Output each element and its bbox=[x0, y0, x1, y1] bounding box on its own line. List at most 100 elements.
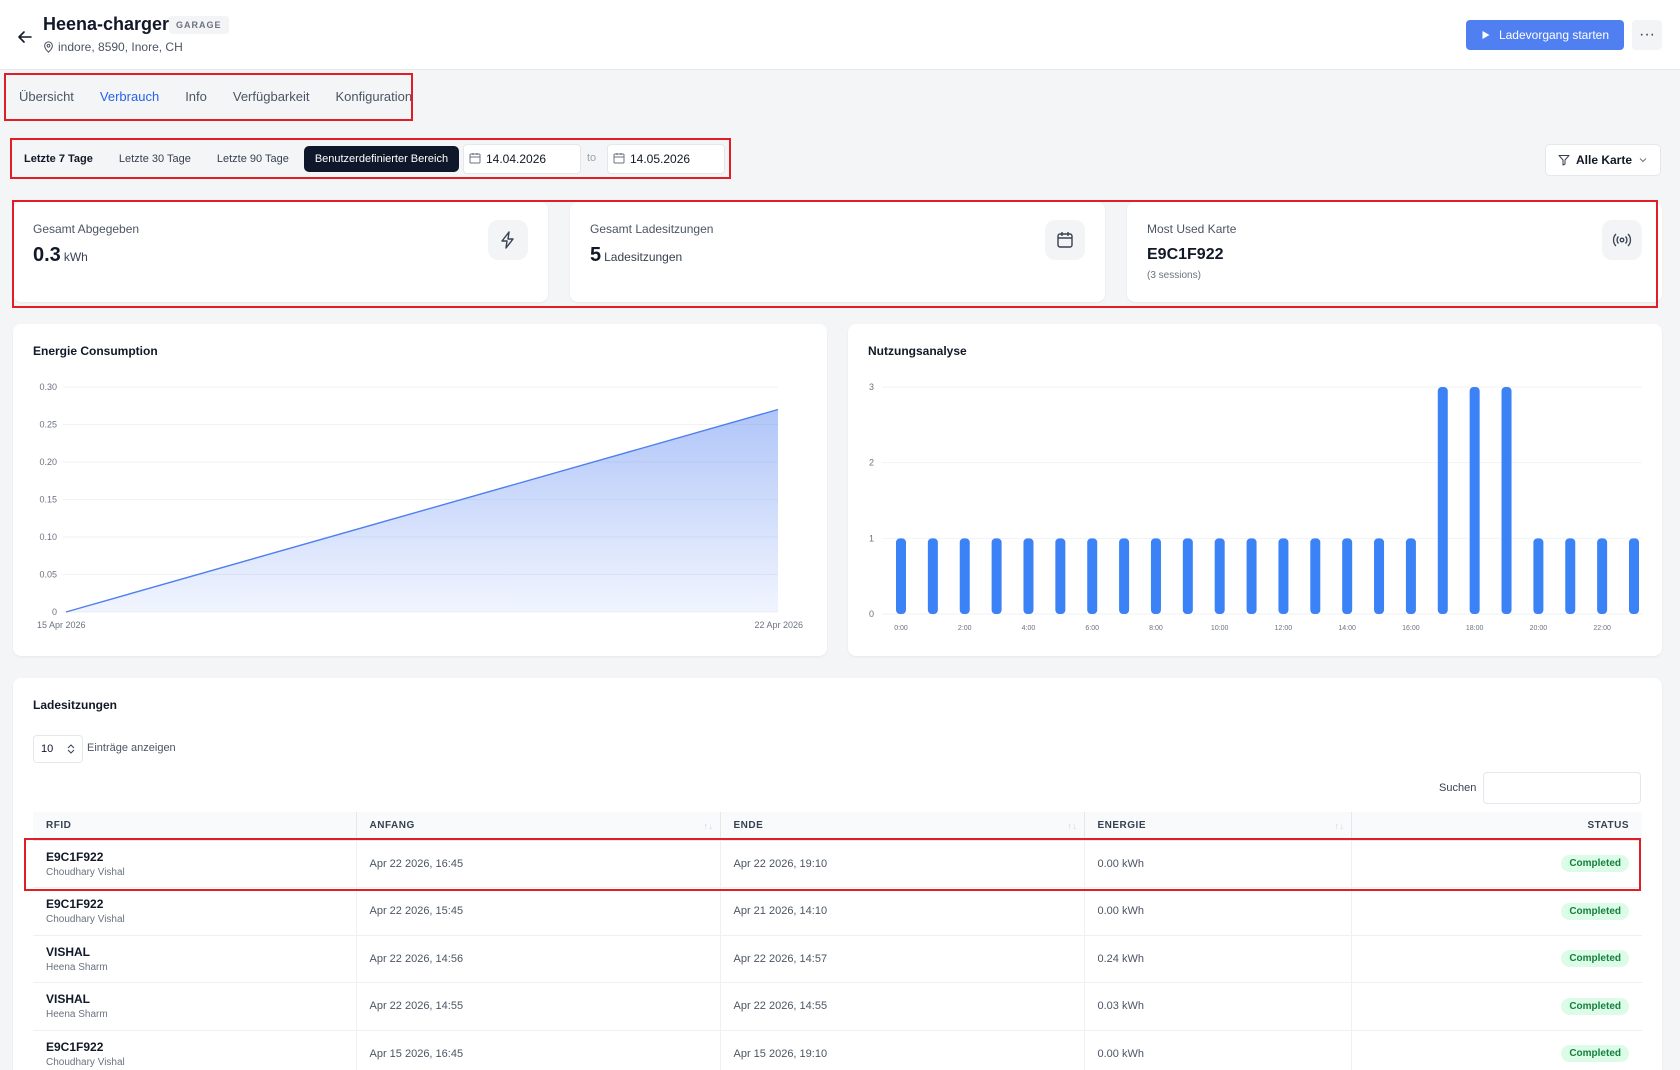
col-end[interactable]: ENDE ↑↓ bbox=[720, 812, 1085, 841]
y-tick-label: 0 bbox=[52, 607, 57, 617]
start-cell: Apr 15 2026, 16:45 bbox=[356, 1030, 721, 1070]
usage-bar bbox=[1310, 538, 1321, 614]
usage-bar bbox=[1087, 538, 1098, 614]
y-tick-label: 1 bbox=[869, 533, 874, 543]
x-tick-label: 15 Apr 2026 bbox=[37, 620, 86, 630]
most-used-card-value: E9C1F922 bbox=[1147, 246, 1224, 263]
calendar-icon bbox=[469, 153, 481, 164]
rfid-value: VISHAL bbox=[46, 944, 91, 959]
y-tick-label: 0.15 bbox=[39, 495, 57, 505]
usage-bar bbox=[1342, 538, 1353, 614]
delivered-unit: kWh bbox=[63, 250, 88, 264]
table-row[interactable]: VISHAL Heena Sharm Apr 22 2026, 14:56 Apr 2… bbox=[33, 935, 1642, 983]
rfid-cell: VISHAL Heena Sharm bbox=[33, 935, 357, 983]
delivered-value: 0.3 bbox=[33, 244, 61, 266]
y-tick-label: 0 bbox=[869, 609, 874, 619]
tab-configuration[interactable]: Konfiguration bbox=[322, 89, 425, 104]
updown-icon bbox=[67, 744, 75, 754]
col-status[interactable]: STATUS bbox=[1351, 812, 1642, 841]
x-tick-label: 8:00 bbox=[1149, 625, 1163, 632]
x-tick-label: 16:00 bbox=[1402, 625, 1420, 632]
rfid-user: Choudhary Vishal bbox=[46, 866, 125, 878]
tab-consumption[interactable]: Verbrauch bbox=[87, 89, 172, 104]
sessions-table: RFID ANFANG ↑↓ ENDE ↑↓ ENERGIE ↑↓ STATUS E9… bbox=[33, 812, 1642, 1070]
rfid-value: E9C1F922 bbox=[46, 897, 104, 912]
energy-chart-card: Energie Consumption 0 0.05 0.10 0.15 0.20 0.2… bbox=[13, 324, 827, 656]
most-used-card-sub: (3 sessions) bbox=[1147, 270, 1201, 281]
sessions-unit: Ladesitzungen bbox=[604, 250, 683, 264]
x-tick-label: 14:00 bbox=[1338, 625, 1356, 632]
usage-bar bbox=[1055, 538, 1066, 614]
rfid-user: Heena Sharm bbox=[46, 1009, 108, 1021]
usage-bar bbox=[1565, 538, 1576, 614]
status-badge: Completed bbox=[1561, 855, 1629, 873]
more-options-button[interactable]: ··· bbox=[1632, 20, 1662, 50]
energy-cell: 0.24 kWh bbox=[1084, 935, 1352, 983]
y-tick-label: 0.10 bbox=[39, 532, 57, 542]
tab-availability[interactable]: Verfügbarkeit bbox=[220, 89, 323, 104]
status-badge: Completed bbox=[1561, 902, 1629, 920]
back-arrow-icon[interactable] bbox=[14, 26, 36, 48]
card-filter-dropdown[interactable]: Alle Karte bbox=[1545, 144, 1661, 176]
date-from-wrap bbox=[463, 144, 581, 174]
col-energy[interactable]: ENERGIE ↑↓ bbox=[1084, 812, 1352, 841]
status-cell: Completed bbox=[1351, 840, 1642, 888]
status-cell: Completed bbox=[1351, 1030, 1642, 1070]
y-tick-label: 0.25 bbox=[39, 420, 57, 430]
tab-overview[interactable]: Übersicht bbox=[6, 89, 87, 104]
table-row[interactable]: VISHAL Heena Sharm Apr 22 2026, 14:55 Apr 2… bbox=[33, 982, 1642, 1031]
usage-bar bbox=[1629, 538, 1639, 614]
search-input[interactable] bbox=[1483, 772, 1641, 804]
table-row[interactable]: E9C1F922 Choudhary Vishal Apr 22 2026, 15:… bbox=[33, 887, 1642, 936]
sort-icon: ↑↓ bbox=[1334, 821, 1345, 831]
calendar-icon bbox=[613, 153, 625, 164]
rfid-value: VISHAL bbox=[46, 992, 91, 1007]
sort-icon: ↑↓ bbox=[703, 821, 714, 831]
status-badge: Completed bbox=[1561, 950, 1629, 968]
status-cell: Completed bbox=[1351, 935, 1642, 983]
y-tick-label: 0.05 bbox=[39, 570, 57, 580]
tab-info[interactable]: Info bbox=[172, 89, 220, 104]
y-tick-label: 2 bbox=[869, 458, 874, 468]
end-cell: Apr 22 2026, 14:55 bbox=[720, 982, 1085, 1031]
col-start[interactable]: ANFANG ↑↓ bbox=[356, 812, 721, 841]
x-tick-label: 18:00 bbox=[1466, 625, 1484, 632]
rfid-cell: E9C1F922 Choudhary Vishal bbox=[33, 840, 357, 888]
energy-chart: 0 0.05 0.10 0.15 0.20 0.25 0.30 15 Apr 2026 22 A… bbox=[37, 382, 803, 630]
status-cell: Completed bbox=[1351, 982, 1642, 1031]
col-rfid[interactable]: RFID bbox=[33, 812, 357, 841]
start-charging-button[interactable]: Ladevorgang starten bbox=[1466, 20, 1624, 50]
usage-bar bbox=[1405, 538, 1416, 614]
sessions-value: 5 bbox=[590, 244, 602, 266]
rfid-user: Heena Sharm bbox=[46, 961, 108, 973]
table-row[interactable]: E9C1F922 Choudhary Vishal Apr 15 2026, 16:… bbox=[33, 1030, 1642, 1070]
chevron-down-icon bbox=[1639, 158, 1647, 163]
rfid-user: Choudhary Vishal bbox=[46, 1056, 125, 1068]
usage-bar bbox=[1278, 538, 1289, 614]
range-7-days[interactable]: Letzte 7 Tage bbox=[13, 146, 104, 172]
x-tick-label: 4:00 bbox=[1022, 625, 1036, 632]
play-icon bbox=[1482, 31, 1490, 39]
y-tick-label: 0.20 bbox=[39, 457, 57, 467]
lightning-icon bbox=[488, 220, 528, 260]
date-to-wrap bbox=[607, 144, 725, 174]
usage-bar bbox=[1374, 538, 1385, 614]
tab-bar: Übersicht Verbrauch Info Verfügbarkeit K… bbox=[6, 74, 425, 118]
end-cell: Apr 15 2026, 19:10 bbox=[720, 1030, 1085, 1070]
usage-bar bbox=[1214, 538, 1225, 614]
x-tick-label: 10:00 bbox=[1211, 625, 1229, 632]
per-page-select[interactable]: 10 bbox=[33, 735, 83, 763]
usage-bar bbox=[927, 538, 938, 614]
garage-badge: GARAGE bbox=[169, 16, 229, 34]
stat-card-sessions: Gesamt Ladesitzungen 5 Ladesitzungen bbox=[570, 202, 1105, 302]
range-30-days[interactable]: Letzte 30 Tage bbox=[108, 146, 202, 172]
stat-card-most-used: Most Used Karte E9C1F922 (3 sessions) bbox=[1127, 202, 1662, 302]
table-row[interactable]: E9C1F922 Choudhary Vishal Apr 22 2026, 16:… bbox=[33, 840, 1642, 888]
range-custom[interactable]: Benutzerdefinierter Bereich bbox=[303, 146, 460, 172]
start-cell: Apr 22 2026, 16:45 bbox=[356, 840, 721, 888]
page-title: Heena-charger bbox=[43, 14, 170, 34]
range-90-days[interactable]: Letzte 90 Tage bbox=[206, 146, 300, 172]
x-tick-label: 20:00 bbox=[1530, 625, 1548, 632]
x-tick-label: 22:00 bbox=[1593, 625, 1611, 632]
radio-signal-icon bbox=[1602, 220, 1642, 260]
